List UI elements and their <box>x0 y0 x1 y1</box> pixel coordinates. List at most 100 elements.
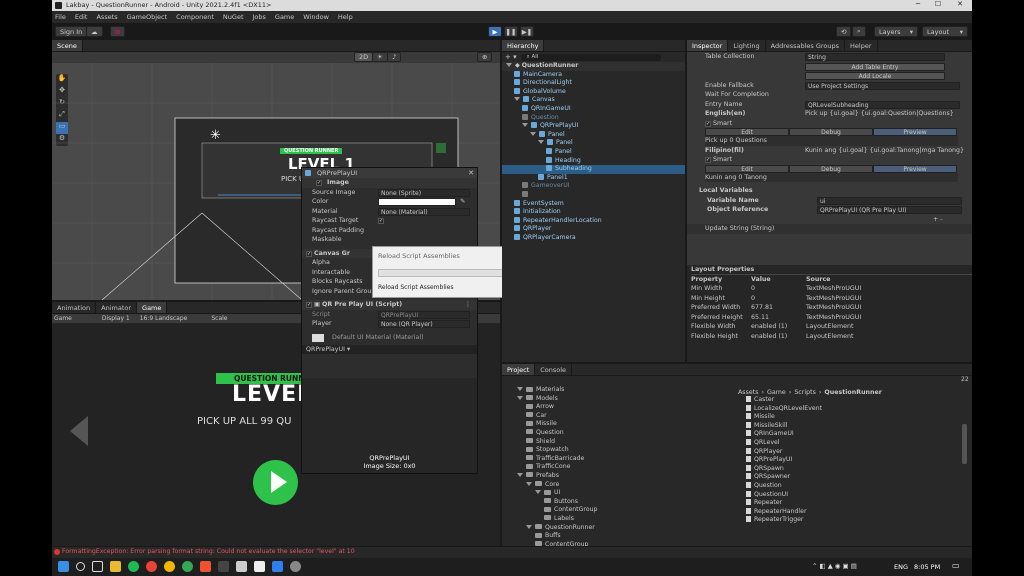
project-folder[interactable]: QuestionRunner <box>508 524 670 533</box>
canvas-group-checkbox[interactable]: ✓ <box>306 250 312 257</box>
english-edit-button[interactable]: Edit <box>705 128 789 136</box>
entry-name-input[interactable]: QRLevelSubheading <box>805 100 960 109</box>
tab-project[interactable]: Project <box>502 364 536 375</box>
eyedropper-icon[interactable]: ✎ <box>460 197 465 207</box>
language-indicator[interactable]: ENG <box>894 563 908 571</box>
script-file[interactable]: QRPrePlayUI <box>746 456 946 465</box>
minimize-button[interactable]: ─ <box>908 0 928 8</box>
audio-toggle-icon[interactable]: ♪ <box>387 52 402 62</box>
script-file[interactable]: QRPlayer <box>746 447 946 457</box>
filipino-value[interactable]: Kunin ang {ui.goal} {ui.goal:Tanong|mga … <box>805 146 964 156</box>
english-value[interactable]: Pick up {ui.goal} {ui.goal:Question|Ques… <box>805 109 954 119</box>
image-enabled-checkbox[interactable]: ✓ <box>316 180 322 186</box>
add-icon[interactable]: + ▾ <box>505 53 517 61</box>
hierarchy-item[interactable]: RepeaterHandlerLocation <box>502 216 685 226</box>
project-folder[interactable]: Car <box>508 412 670 421</box>
layout-dropdown[interactable]: Layout ▾ <box>922 26 968 37</box>
tab-console[interactable]: Console <box>535 364 573 375</box>
expand-arrow-icon[interactable] <box>530 131 536 136</box>
hierarchy-item[interactable]: Question <box>502 113 685 123</box>
script-file[interactable]: QRInGameUI <box>746 430 946 439</box>
unity-icon[interactable] <box>254 561 265 572</box>
script-file[interactable]: MissileSkill <box>746 421 946 431</box>
hierarchy-item[interactable]: DirectionalLight <box>502 79 685 88</box>
hierarchy-item[interactable]: QRPlayer <box>502 225 685 234</box>
menu-game[interactable]: Game <box>275 13 294 21</box>
2d-toggle[interactable]: 2D <box>354 52 374 62</box>
expand-arrow-icon[interactable] <box>526 524 532 529</box>
hierarchy-search-input[interactable]: ⌕ All <box>520 53 661 61</box>
tab-animation[interactable]: Animation <box>52 302 97 313</box>
unity-hub-icon[interactable] <box>236 561 247 572</box>
menu-jobs[interactable]: Jobs <box>253 13 266 21</box>
expand-arrow-icon[interactable] <box>517 387 523 391</box>
menu-assets[interactable]: Assets <box>96 13 117 21</box>
script-file[interactable]: QRSpawn <box>746 464 946 474</box>
script-enabled-checkbox[interactable]: ✓ <box>306 302 312 308</box>
table-collection-dropdown[interactable]: String <box>805 53 945 61</box>
add-table-entry-button[interactable]: Add Table Entry <box>805 62 945 71</box>
english-debug-button[interactable]: Debug <box>789 128 873 136</box>
expand-arrow-icon[interactable] <box>522 123 528 128</box>
hierarchy-item[interactable]: GlobalVolume <box>502 87 685 97</box>
raycast-target-checkbox[interactable]: ✓ <box>378 218 384 224</box>
chrome-icon[interactable] <box>146 561 157 572</box>
hierarchy-item[interactable]: Canvas <box>502 96 685 105</box>
cloud-icon[interactable]: ☁ <box>86 26 103 37</box>
expand-arrow-icon[interactable] <box>538 140 544 145</box>
sign-in-button[interactable]: Sign In <box>55 26 88 37</box>
hierarchy-item[interactable]: Panel <box>502 130 685 140</box>
project-folder[interactable]: Arrow <box>508 403 670 412</box>
project-folder[interactable]: Prefabs <box>508 472 670 481</box>
pause-button[interactable]: ❚❚ <box>504 26 518 37</box>
game-display-dropdown[interactable]: Game <box>54 315 72 322</box>
player-field[interactable]: None (QR Player) <box>378 320 470 328</box>
script-file[interactable]: Question <box>746 481 946 491</box>
history-icon[interactable]: ⟲ <box>836 26 852 37</box>
script-file[interactable]: Missile <box>746 413 946 422</box>
project-folder[interactable]: Buffs <box>508 532 670 541</box>
hierarchy-item[interactable]: QRInGameUI <box>502 104 685 114</box>
back-arrow-icon[interactable] <box>70 416 88 446</box>
tab-game[interactable]: Game <box>137 302 168 313</box>
enable-fallback-dropdown[interactable]: Use Project Settings <box>805 81 960 90</box>
chrome-dev-icon[interactable] <box>182 561 193 572</box>
project-folder[interactable]: TrafficBarricade <box>508 455 670 464</box>
vscode-icon[interactable] <box>272 561 283 572</box>
layers-dropdown[interactable]: Layers ▾ <box>874 26 918 37</box>
clock[interactable]: 8:05 PM <box>914 563 940 571</box>
menu-window[interactable]: Window <box>303 13 329 21</box>
notification-icon[interactable]: ▭ <box>952 561 960 570</box>
hierarchy-item[interactable]: Initialization <box>502 208 685 217</box>
object-reference-field[interactable]: QRPrePlayUI (QR Pre Play UI) <box>817 206 962 214</box>
tab-lighting[interactable]: Lighting <box>728 40 766 51</box>
project-folder[interactable]: ContentGroup <box>508 541 670 546</box>
script-file[interactable]: LocalizeQRLevelEvent <box>746 404 946 414</box>
file-explorer-icon[interactable] <box>110 561 121 572</box>
expand-arrow-icon[interactable] <box>535 490 541 495</box>
close-button[interactable]: ✕ <box>950 0 970 8</box>
project-folder[interactable]: Core <box>508 481 670 490</box>
gizmos-icon[interactable]: ⊕ <box>477 52 493 62</box>
project-folder[interactable]: Materials <box>508 386 670 395</box>
project-folder[interactable]: UI <box>508 489 670 498</box>
filipino-edit-button[interactable]: Edit <box>705 164 789 173</box>
project-folder[interactable]: ContentGroup <box>508 506 670 515</box>
project-folder[interactable]: Stopwatch <box>508 446 670 455</box>
spotify-icon[interactable] <box>128 561 139 572</box>
display-number-dropdown[interactable]: Display 1 <box>102 315 130 322</box>
menu-file[interactable]: File <box>55 13 66 21</box>
script-file[interactable]: RepeaterTrigger <box>746 516 946 525</box>
breadcrumb-item[interactable]: Assets <box>738 389 759 396</box>
script-file[interactable]: QRLevel <box>746 438 946 448</box>
english-smart-checkbox[interactable]: ✓ <box>705 120 711 127</box>
collab-icon[interactable]: ⊞ <box>110 26 126 37</box>
tab-addressables-groups[interactable]: Addressables Groups <box>766 40 846 51</box>
chrome-canary-icon[interactable] <box>164 561 175 572</box>
project-scrollbar[interactable] <box>962 424 967 464</box>
variable-name-input[interactable]: ui <box>817 196 962 205</box>
project-folder[interactable]: Shield <box>508 438 670 447</box>
close-float-icon[interactable]: ✕ <box>468 169 474 177</box>
hierarchy-item[interactable]: Subheading <box>502 165 685 174</box>
maximize-button[interactable]: ☐ <box>928 0 948 8</box>
